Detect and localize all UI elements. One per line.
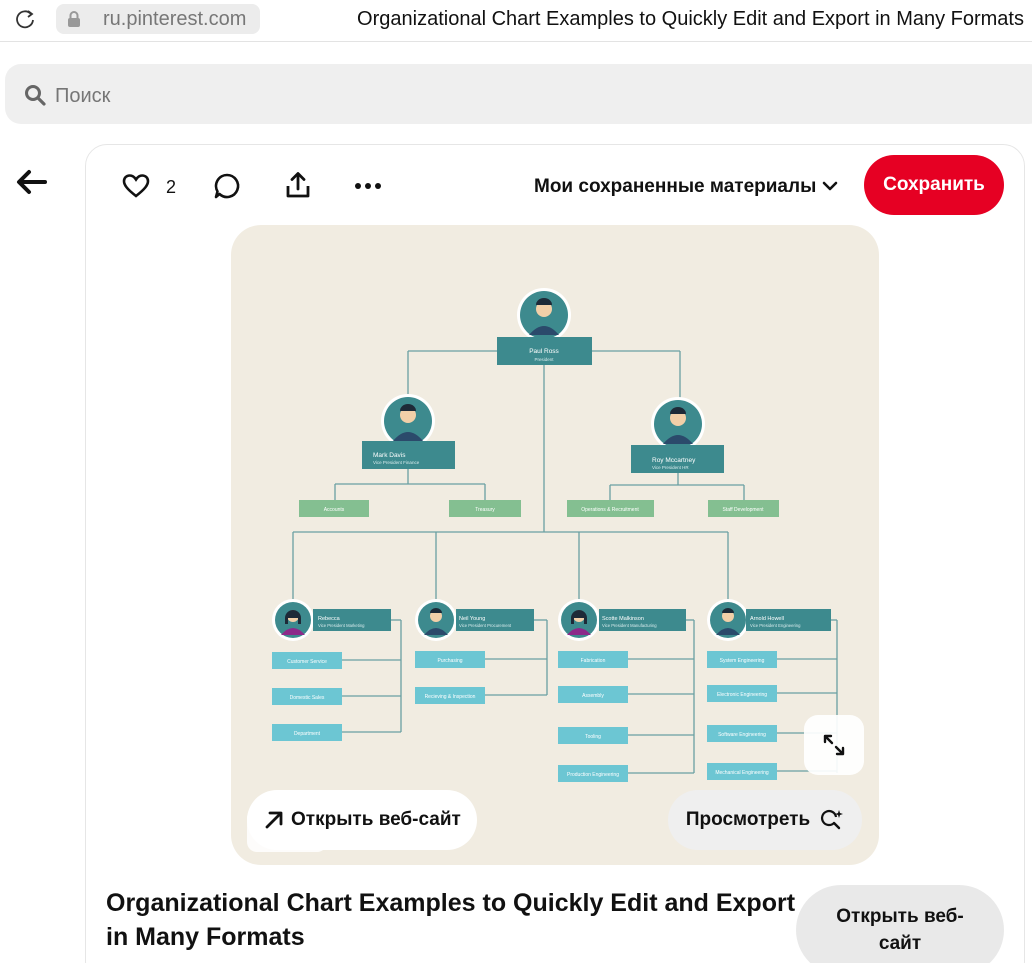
open-website-button[interactable]: Открыть веб-сайт [247,790,477,850]
board-selector[interactable]: Мои сохраненные материалы [534,176,816,198]
vp-name: Neil Young [459,616,485,622]
unit-label: Fabrication [581,658,606,664]
vp-name: Mark Davis [373,452,406,459]
likes-count: 2 [166,177,177,197]
unit-label: Treasury [475,507,495,513]
save-button[interactable]: Сохранить [864,155,1004,215]
unit-label: Mechanical Engineering [715,770,769,776]
vp-role: Vice President HR [652,465,689,470]
open-website-button-secondary[interactable]: Открыть веб-сайт [796,885,1004,963]
vp-role: Vice President Manufacturing [602,623,657,628]
expand-button[interactable] [804,715,864,775]
vp-role: Vice President Engineering [750,623,801,628]
lens-search-icon [821,810,844,830]
unit-label: Recieving & Inspection [425,694,476,700]
unit-label: Production Engineering [567,772,619,778]
share-icon[interactable] [284,171,312,199]
open-website-label: Открыть веб-сайт [291,809,461,830]
chevron-down-icon[interactable] [821,178,839,194]
vp-name: Arnold Howell [750,616,784,622]
vp-name: Rebecca [318,616,341,622]
unit-label: Department [294,731,321,737]
unit-label: Tooling [585,734,601,740]
pin-image[interactable]: Paul Ross President Mark Davis Vice Pres… [231,225,879,865]
org-chart-image: Paul Ross President Mark Davis Vice Pres… [272,288,838,782]
unit-label: Electronic Engineering [717,692,767,698]
vp-role: Vice President Finance [373,460,420,465]
reload-icon[interactable] [14,8,36,30]
vp-name: Scotte Malkinson [602,616,644,622]
view-button-label: Просмотреть [685,809,811,830]
more-options-icon[interactable] [354,176,382,196]
unit-label: System Engineering [720,658,765,664]
unit-label: Purchasing [437,658,462,664]
unit-label: Domestic Sales [290,695,325,701]
lock-icon [68,11,80,27]
comment-icon[interactable] [213,172,241,200]
arrow-up-right-icon [265,811,283,829]
president-name: Paul Ross [529,348,559,355]
unit-label: Accounts [324,507,345,513]
vp-role: Vice President Procurement [459,623,512,628]
unit-label: Software Engineering [718,732,766,738]
page-title: Organizational Chart Examples to Quickly… [357,8,1024,30]
url-text[interactable]: ru.pinterest.com [103,8,246,31]
search-placeholder[interactable]: Поиск [55,85,110,108]
back-arrow-icon[interactable] [14,168,48,196]
heart-icon[interactable] [122,173,150,199]
vp-role: Vice President Marketing [318,623,365,628]
unit-label: Customer Service [287,659,327,665]
view-button[interactable]: Просмотреть [668,790,862,850]
search-bar[interactable] [5,64,1032,124]
pin-title: Organizational Chart Examples to Quickly… [106,889,796,951]
unit-label: Assembly [582,693,604,699]
vp-name: Roy Mccartney [652,457,696,464]
unit-label: Staff Development [722,507,764,513]
search-icon [25,85,46,106]
expand-icon [823,734,845,756]
unit-label: Operations & Recruitment [581,507,639,513]
president-role: President [534,357,554,362]
